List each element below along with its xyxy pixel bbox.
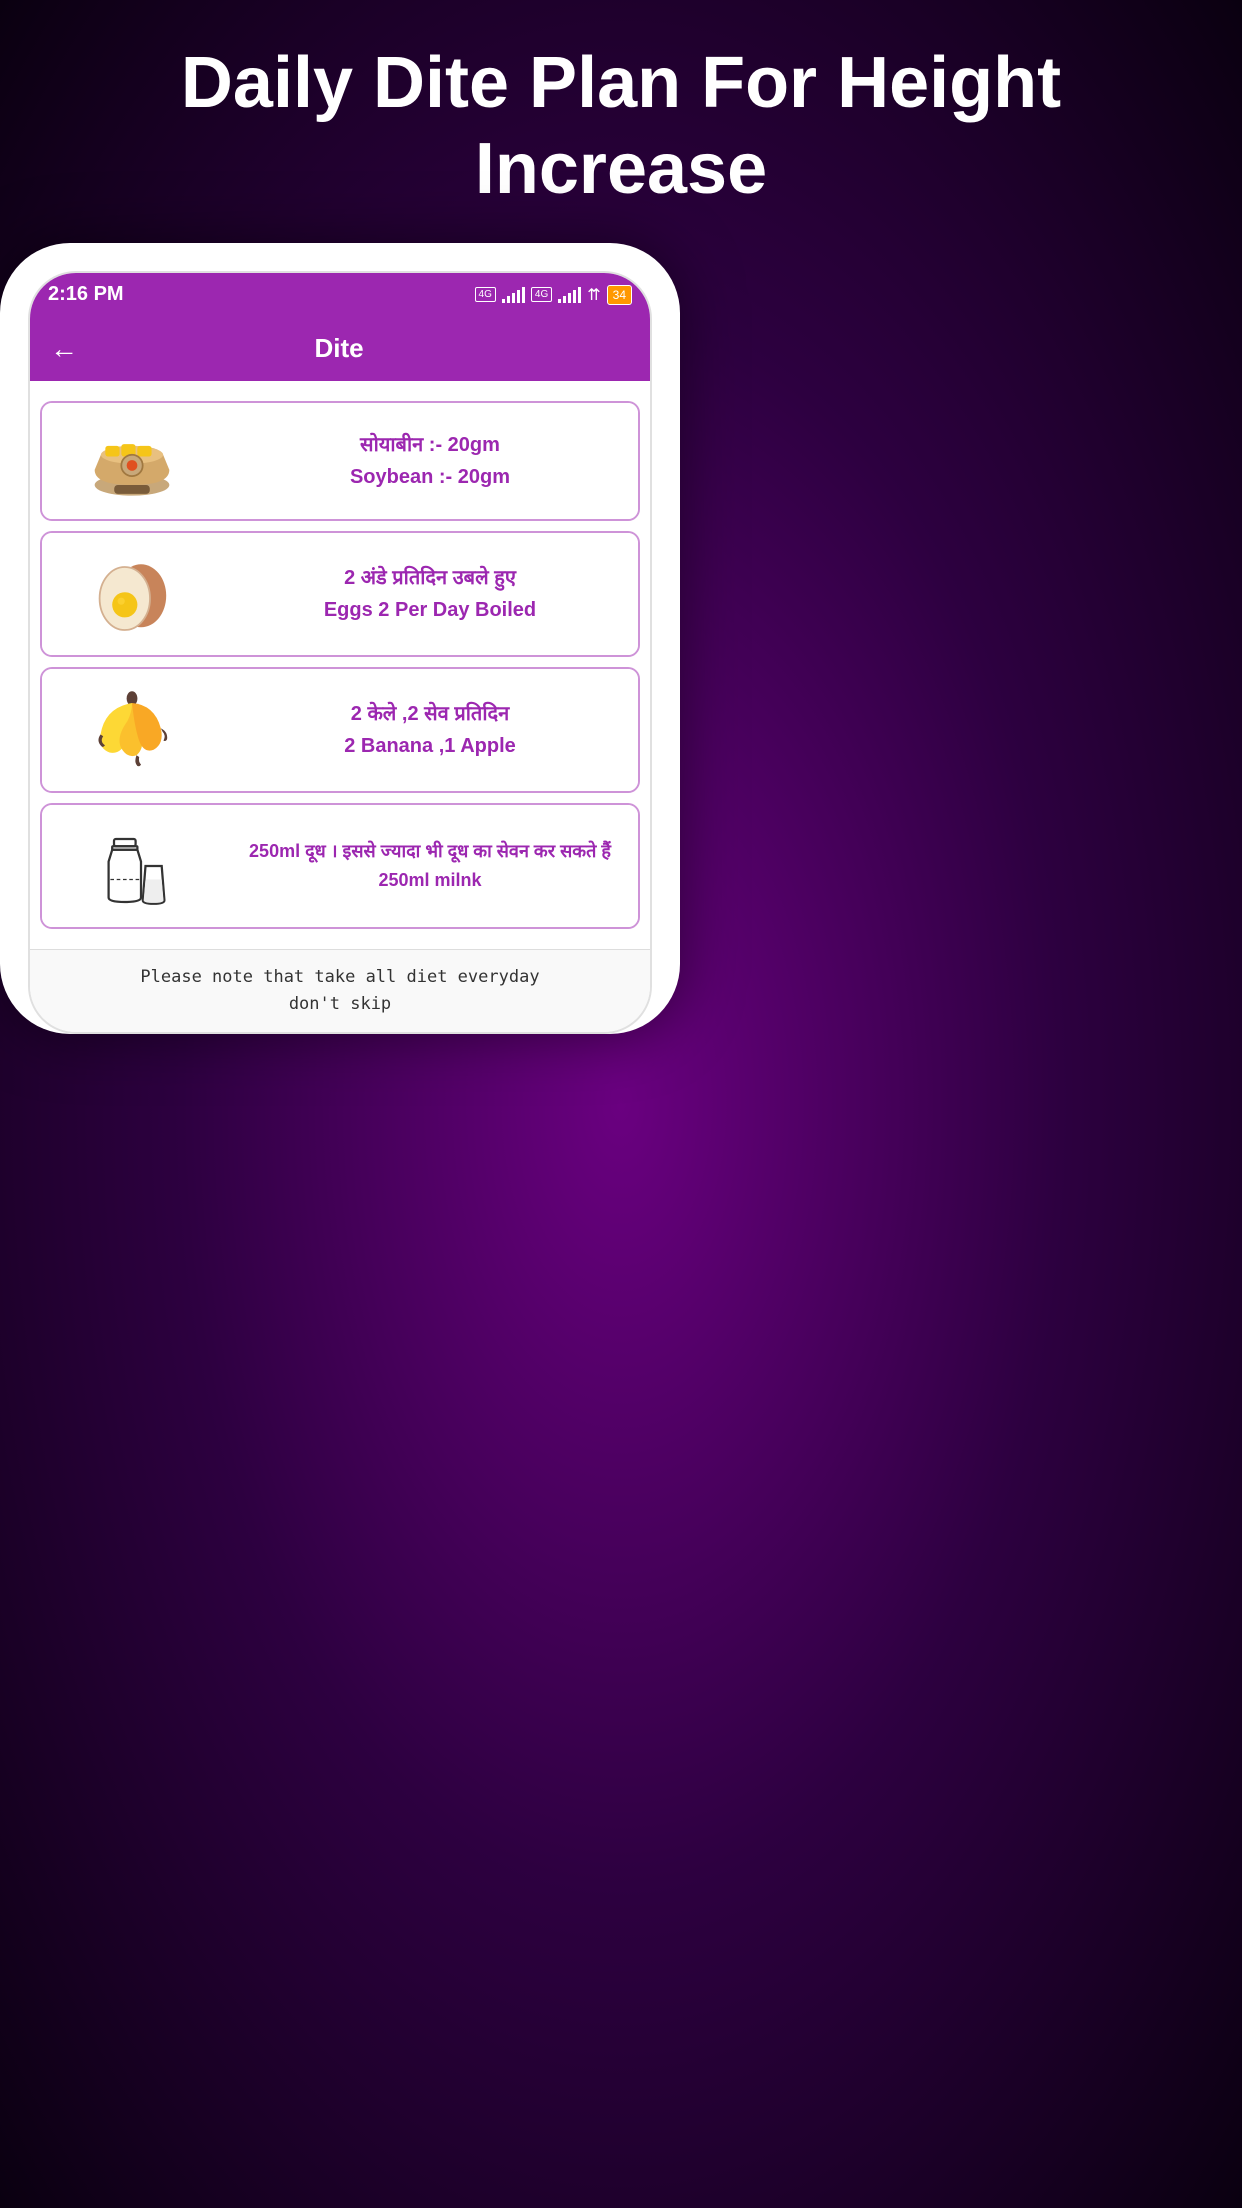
status-bar: 2:16 PM 4G 4G [30, 273, 650, 317]
app-bar-title: Dite [78, 333, 600, 364]
banana-text: 2 केले ,2 सेव प्रतिदिन 2 Banana ,1 Apple [344, 698, 516, 762]
soybean-bowl-icon [87, 421, 177, 501]
footer-note: Please note that take all diet everyday … [30, 949, 650, 1032]
content-area: सोयाबीन :- 20gm Soybean :- 20gm [30, 381, 650, 949]
phone-screen: 2:16 PM 4G 4G [28, 271, 652, 1034]
lte-badge-2: 4G [531, 287, 552, 302]
soybean-text: सोयाबीन :- 20gm Soybean :- 20gm [350, 429, 510, 493]
page-title: Daily Dite Plan For Height Increase [0, 0, 1242, 243]
eggs-icon-area [42, 533, 222, 655]
back-button[interactable]: ← [50, 333, 78, 365]
phone-frame: 2:16 PM 4G 4G [0, 243, 680, 1034]
signal-bars-2 [558, 287, 581, 303]
diet-card-milk: 250ml दूध । इससे ज्यादा भी दूध का सेवन क… [40, 803, 640, 929]
diet-card-soybean: सोयाबीन :- 20gm Soybean :- 20gm [40, 401, 640, 521]
milk-icon [87, 821, 177, 911]
status-icons: 4G 4G [475, 285, 632, 305]
milk-text: 250ml दूध । इससे ज्यादा भी दूध का सेवन क… [249, 837, 611, 895]
lte-badge-1: 4G [475, 287, 496, 302]
milk-icon-area [42, 805, 222, 927]
signal-bars-1 [502, 287, 525, 303]
app-bar: ← Dite [30, 317, 650, 381]
milk-text-area: 250ml दूध । इससे ज्यादा भी दूध का सेवन क… [222, 805, 638, 927]
diet-card-eggs: 2 अंडे प्रतिदिन उबले हुए Eggs 2 Per Day … [40, 531, 640, 657]
battery-icon: 34 [607, 285, 632, 305]
banana-icon [87, 685, 177, 775]
eggs-icon [87, 549, 177, 639]
eggs-text: 2 अंडे प्रतिदिन उबले हुए Eggs 2 Per Day … [324, 562, 536, 626]
banana-icon-area [42, 669, 222, 791]
wifi-icon: ⇈ [587, 285, 600, 305]
banana-text-area: 2 केले ,2 सेव प्रतिदिन 2 Banana ,1 Apple [222, 669, 638, 791]
page-background: Daily Dite Plan For Height Increase 2:16… [0, 0, 1242, 1034]
eggs-text-area: 2 अंडे प्रतिदिन उबले हुए Eggs 2 Per Day … [222, 533, 638, 655]
soybean-text-area: सोयाबीन :- 20gm Soybean :- 20gm [222, 403, 638, 519]
diet-card-banana: 2 केले ,2 सेव प्रतिदिन 2 Banana ,1 Apple [40, 667, 640, 793]
soybean-icon-area [42, 403, 222, 519]
status-time: 2:16 PM [48, 283, 124, 306]
